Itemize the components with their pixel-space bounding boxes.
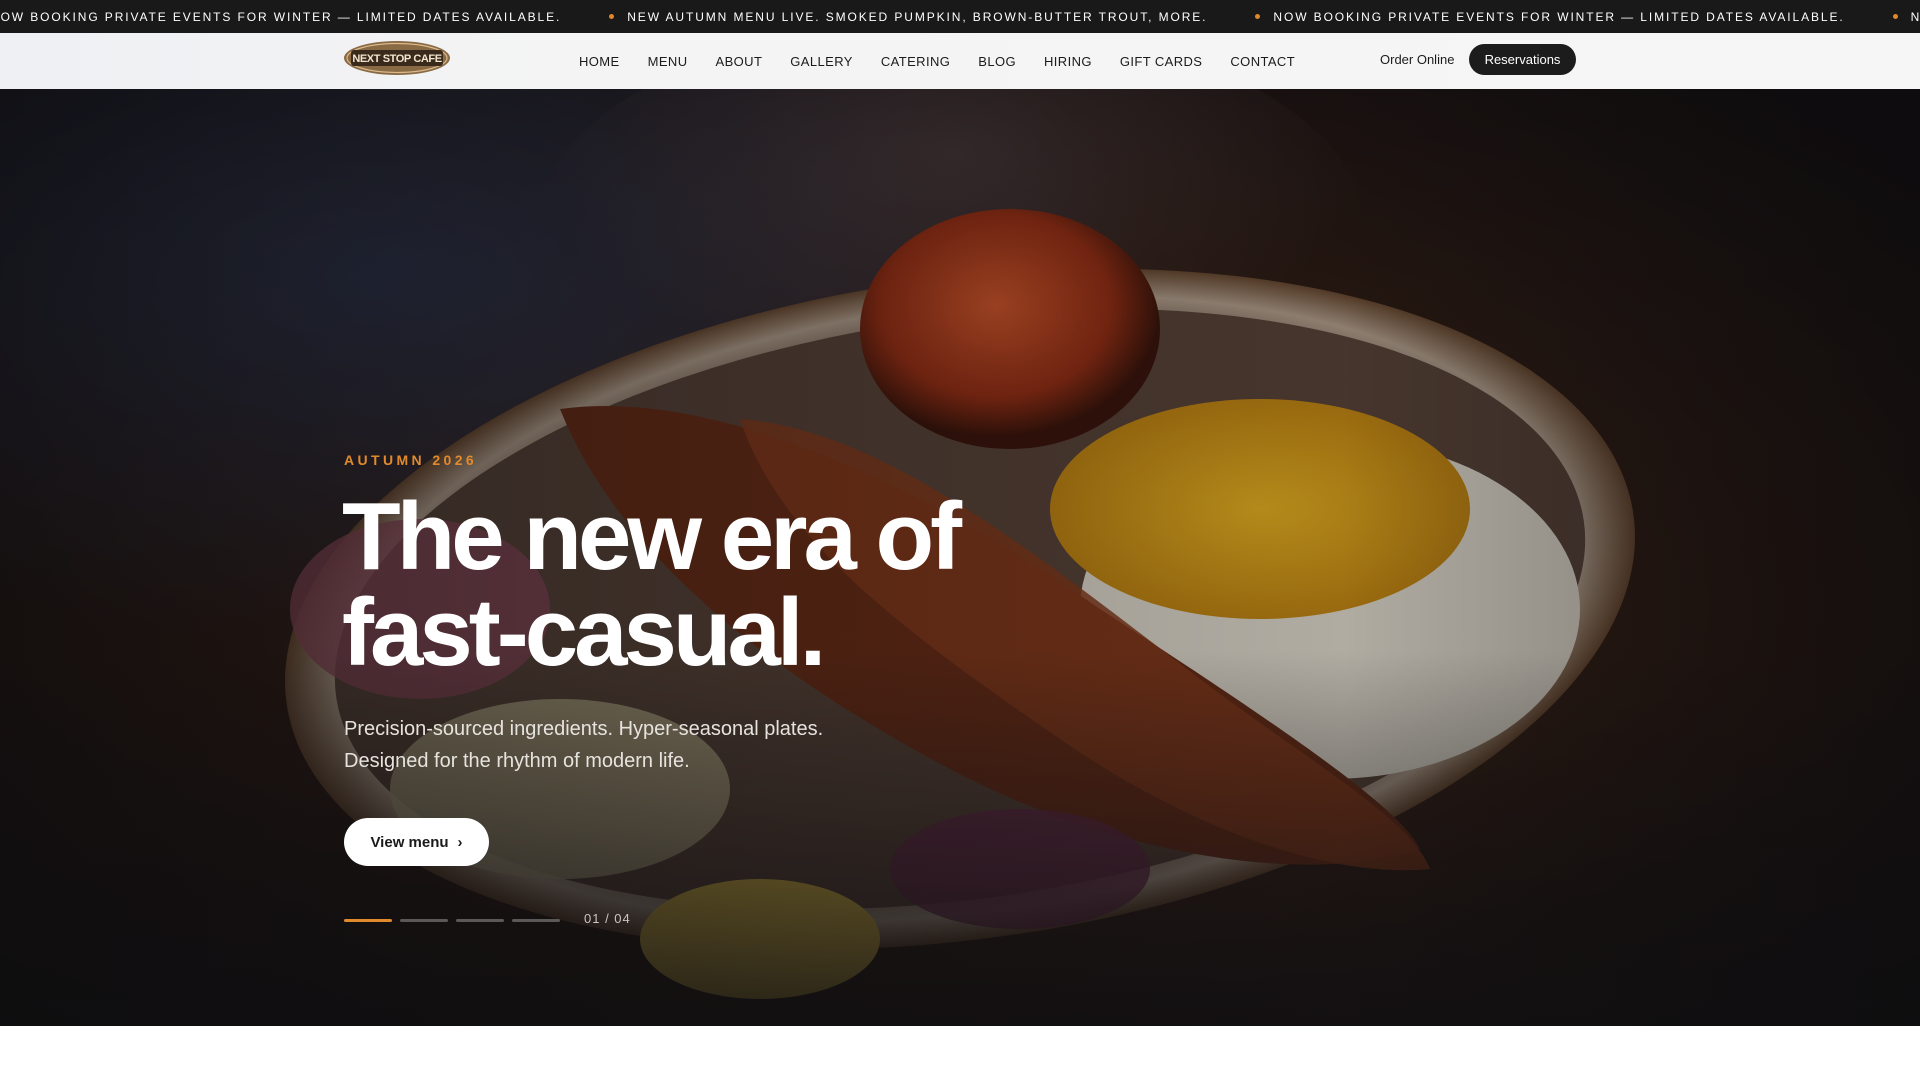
- slide-indicator-4[interactable]: [512, 919, 560, 922]
- logo[interactable]: NEXT STOP CAFE: [343, 39, 451, 77]
- ticker-item: NOW BOOKING PRIVATE EVENTS FOR WINTER — …: [1255, 10, 1844, 24]
- slide-counter: 01 / 04: [584, 911, 631, 926]
- nav-blog[interactable]: BLOG: [978, 54, 1016, 69]
- order-online-link[interactable]: Order Online: [1380, 52, 1454, 67]
- nav-gift-cards[interactable]: GIFT CARDS: [1120, 54, 1203, 69]
- ticker-item: NOW BOOKING PRIVATE EVENTS FOR WINTER — …: [0, 10, 561, 24]
- ticker-text: NOW BOOKING PRIVATE EVENTS FOR WINTER — …: [1273, 9, 1845, 24]
- subtext-line-2: Designed for the rhythm of modern life.: [344, 750, 690, 772]
- bullet-dot-icon: [609, 14, 615, 19]
- headline-line-1: The new era of: [342, 483, 962, 590]
- headline-line-2: fast-casual.: [342, 579, 826, 686]
- ticker-text: NEW AUTUMN MENU LIVE. SMOKED PUMPKIN, BR…: [1910, 9, 1920, 24]
- nav-home[interactable]: HOME: [579, 54, 620, 69]
- view-menu-label: View menu: [370, 833, 449, 851]
- nav-hiring[interactable]: HIRING: [1044, 54, 1092, 69]
- nav-contact[interactable]: CONTACT: [1230, 54, 1295, 69]
- logo-text: NEXT STOP CAFE: [352, 53, 441, 65]
- nav-catering[interactable]: CATERING: [881, 54, 950, 69]
- hero-overlay: [0, 89, 1920, 1026]
- ticker-text: NOW BOOKING PRIVATE EVENTS FOR WINTER — …: [0, 9, 562, 24]
- ticker-item: NEW AUTUMN MENU LIVE. SMOKED PUMPKIN, BR…: [1892, 9, 1920, 24]
- reservations-button[interactable]: Reservations: [1469, 44, 1576, 75]
- nav-menu[interactable]: MENU: [648, 54, 688, 69]
- nav-about[interactable]: ABOUT: [716, 54, 763, 69]
- bullet-dot-icon: [1892, 14, 1898, 19]
- hero-section: AUTUMN 2026 The new era of fast-casual. …: [0, 89, 1920, 1026]
- ticker-text: NEW AUTUMN MENU LIVE. SMOKED PUMPKIN, BR…: [627, 9, 1208, 24]
- announcement-ticker: NOW BOOKING PRIVATE EVENTS FOR WINTER — …: [0, 0, 1920, 33]
- slide-indicator-2[interactable]: [400, 919, 448, 922]
- site-header: NEXT STOP CAFE HOME MENU ABOUT GALLERY C…: [0, 33, 1920, 90]
- slide-indicator-3[interactable]: [456, 919, 504, 922]
- hero-headline: The new era of fast-casual.: [342, 489, 962, 681]
- nav-gallery[interactable]: GALLERY: [790, 54, 853, 69]
- subtext-line-1: Precision-sourced ingredients. Hyper-sea…: [344, 718, 824, 740]
- main-nav: HOME MENU ABOUT GALLERY CATERING BLOG HI…: [579, 33, 1323, 89]
- slide-indicator-1[interactable]: [344, 919, 392, 922]
- ticker-item: NEW AUTUMN MENU LIVE. SMOKED PUMPKIN, BR…: [609, 10, 1207, 24]
- hero-eyebrow: AUTUMN 2026: [344, 452, 478, 468]
- chevron-right-icon: ›: [457, 833, 463, 851]
- view-menu-button[interactable]: View menu ›: [344, 818, 489, 866]
- ticker-track: NOW BOOKING PRIVATE EVENTS FOR WINTER — …: [0, 0, 1920, 33]
- slide-indicators: [344, 919, 568, 922]
- bullet-dot-icon: [1255, 14, 1261, 19]
- hero-subtext: Precision-sourced ingredients. Hyper-sea…: [344, 713, 904, 777]
